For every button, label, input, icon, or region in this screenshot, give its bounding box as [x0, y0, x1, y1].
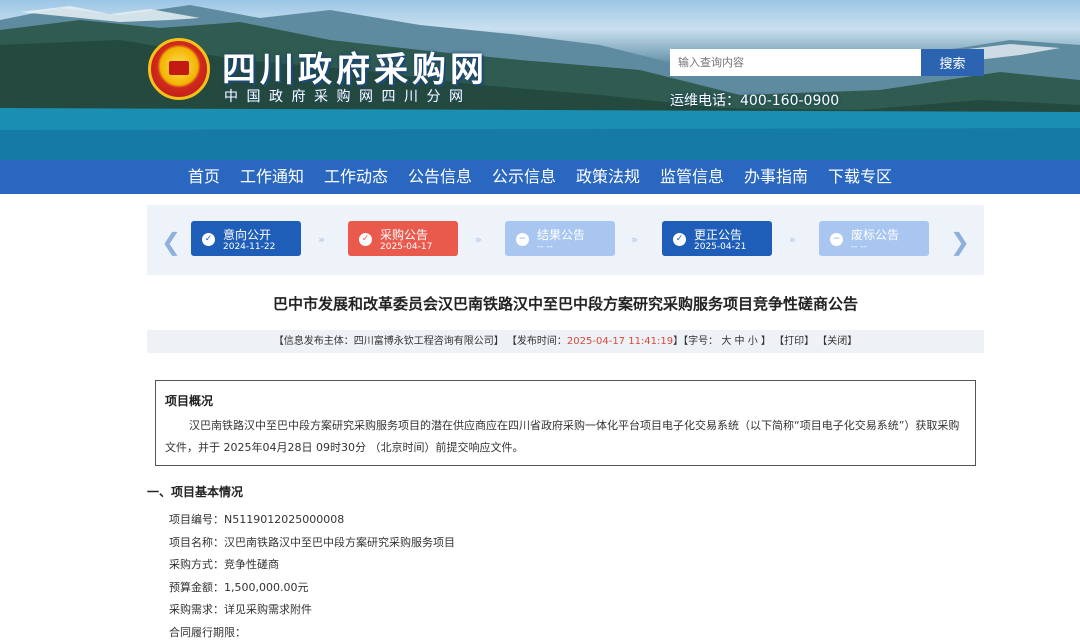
step-intent-disclosure[interactable]: ✓ 意向公开 2024-11-22: [191, 221, 301, 256]
step-label: 采购公告: [380, 226, 428, 243]
double-chevron-icon: ››: [789, 233, 794, 246]
info-contract-period: 合同履行期限：: [169, 622, 455, 644]
info-procurement-method: 采购方式：竞争性磋商: [169, 554, 455, 577]
nav-policies[interactable]: 政策法规: [566, 160, 650, 194]
print-link[interactable]: 【打印】: [774, 336, 814, 347]
publish-time: 2025-04-17 11:41:19: [567, 336, 673, 347]
nav-publicity[interactable]: 公示信息: [482, 160, 566, 194]
check-icon: ✓: [359, 233, 372, 246]
nav-home[interactable]: 首页: [178, 160, 230, 194]
double-chevron-icon: ››: [631, 233, 636, 246]
step-label: 废标公告: [851, 226, 899, 243]
step-label: 意向公开: [223, 226, 271, 243]
search-button[interactable]: 搜索: [921, 49, 984, 76]
check-icon: ✓: [673, 233, 686, 246]
step-date: -- --: [537, 242, 553, 252]
nav-announcements[interactable]: 公告信息: [398, 160, 482, 194]
publish-time-label: 【发布时间：: [507, 336, 567, 347]
step-label: 结果公告: [537, 226, 585, 243]
info-budget: 预算金额：1,500,000.00元: [169, 577, 455, 600]
step-procurement-notice[interactable]: ✓ 采购公告 2025-04-17: [348, 221, 458, 256]
info-project-code: 项目编号：N5119012025000008: [169, 509, 455, 532]
publisher-name: 四川富博永钦工程咨询有限公司】: [354, 336, 504, 347]
national-emblem-logo: [148, 38, 210, 100]
minus-icon: −: [830, 233, 843, 246]
step-abandon-notice[interactable]: − 废标公告 -- --: [819, 221, 929, 256]
nav-supervision[interactable]: 监管信息: [650, 160, 734, 194]
article-title: 巴中市发展和改革委员会汉巴南铁路汉中至巴中段方案研究采购服务项目竞争性磋商公告: [147, 293, 984, 314]
font-large-link[interactable]: 大: [721, 336, 731, 347]
search-bar: 搜索: [670, 49, 984, 76]
project-overview-box: 项目概况 汉巴南铁路汉中至巴中段方案研究采购服务项目的潜在供应商应在四川省政府采…: [155, 380, 976, 466]
step-date: 2025-04-21: [694, 242, 746, 252]
step-correction-notice[interactable]: ✓ 更正公告 2025-04-21: [662, 221, 772, 256]
info-requirements: 采购需求：详见采购需求附件: [169, 599, 455, 622]
step-date: 2024-11-22: [223, 242, 275, 252]
header-banner: 四川政府采购网 中国政府采购网四川分网 搜索 运维电话：400-160-0900: [0, 0, 1080, 160]
publisher-label: 【信息发布主体：: [274, 336, 354, 347]
procurement-timeline: ❮ ✓ 意向公开 2024-11-22 ›› ✓ 采购公告 2025-04-17…: [147, 205, 984, 275]
overview-text: 汉巴南铁路汉中至巴中段方案研究采购服务项目的潜在供应商应在四川省政府采购一体化平…: [165, 415, 966, 459]
step-date: -- --: [851, 242, 867, 252]
close-link[interactable]: 【关闭】: [817, 336, 857, 347]
hotline-text: 运维电话：400-160-0900: [670, 90, 839, 110]
nav-work-notices[interactable]: 工作通知: [230, 160, 314, 194]
overview-heading: 项目概况: [165, 392, 966, 409]
basic-info-list: 项目编号：N5119012025000008 项目名称：汉巴南铁路汉中至巴中段方…: [169, 509, 455, 644]
font-size-label: 【字号：: [683, 336, 718, 347]
section-heading: 一、项目基本情况: [147, 483, 243, 500]
nav-downloads[interactable]: 下载专区: [818, 160, 902, 194]
chevron-left-icon[interactable]: ❮: [161, 228, 181, 256]
minus-icon: −: [516, 233, 529, 246]
font-small-link[interactable]: 小: [748, 336, 758, 347]
site-subtitle: 中国政府采购网四川分网: [224, 86, 472, 106]
info-project-name: 项目名称：汉巴南铁路汉中至巴中段方案研究采购服务项目: [169, 532, 455, 555]
font-medium-link[interactable]: 中: [735, 336, 745, 347]
check-icon: ✓: [202, 233, 215, 246]
search-input[interactable]: [670, 49, 921, 76]
bracket-close: 】: [673, 336, 683, 347]
nav-guide[interactable]: 办事指南: [734, 160, 818, 194]
site-title: 四川政府采购网: [222, 42, 488, 91]
article-meta-bar: 【信息发布主体：四川富博永钦工程咨询有限公司】 【发布时间：2025-04-17…: [147, 330, 984, 353]
step-result-notice[interactable]: − 结果公告 -- --: [505, 221, 615, 256]
chevron-right-icon[interactable]: ❯: [950, 228, 970, 256]
double-chevron-icon: ››: [318, 233, 323, 246]
main-nav: 首页 工作通知 工作动态 公告信息 公示信息 政策法规 监管信息 办事指南 下载…: [0, 160, 1080, 194]
double-chevron-icon: ››: [475, 233, 480, 246]
bracket-close: 】: [761, 336, 771, 347]
step-date: 2025-04-17: [380, 242, 432, 252]
nav-work-news[interactable]: 工作动态: [314, 160, 398, 194]
step-label: 更正公告: [694, 226, 742, 243]
